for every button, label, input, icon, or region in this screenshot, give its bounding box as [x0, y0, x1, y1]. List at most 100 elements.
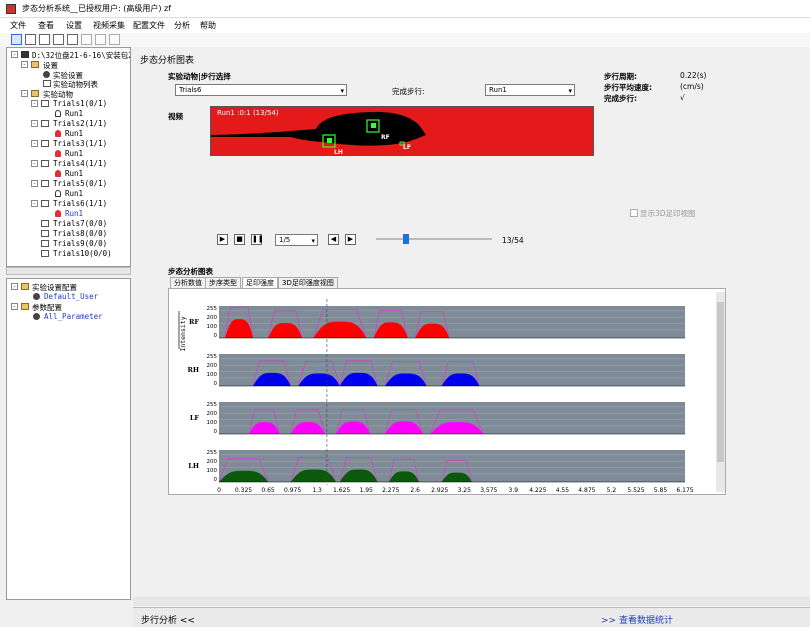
- expand-icon[interactable]: -: [31, 120, 38, 127]
- menu-help[interactable]: 帮助: [200, 20, 216, 31]
- menu-view[interactable]: 查看: [38, 20, 54, 31]
- y-tick-label: 100: [207, 372, 218, 378]
- expand-icon[interactable]: -: [11, 303, 18, 310]
- y-tick-label: 0: [214, 333, 218, 339]
- frame-slider-track[interactable]: [376, 238, 492, 240]
- tree-run[interactable]: Run1: [65, 209, 83, 218]
- mouse-icon: [55, 110, 61, 117]
- grid-icon[interactable]: [67, 34, 78, 45]
- tree-trial[interactable]: Trials2(1/1): [53, 119, 107, 128]
- y-tick-label: 200: [207, 315, 218, 321]
- paw-label-lf: LF: [403, 144, 411, 151]
- tree-trial-empty[interactable]: Trials7(0/0): [53, 219, 107, 228]
- tree-trial[interactable]: Trials5(0/1): [53, 179, 107, 188]
- pause-icon[interactable]: ❚❚: [251, 234, 264, 245]
- tree-run[interactable]: Run1: [65, 129, 83, 138]
- video-frame[interactable]: Run1 :0:1 (13/54) RF LH LF: [210, 106, 594, 156]
- trial-icon: [41, 240, 49, 247]
- trial-icon: [41, 230, 49, 237]
- expand-icon[interactable]: -: [31, 160, 38, 167]
- x-tick-label: 3.9: [509, 487, 519, 494]
- stat-value-finished: √: [680, 93, 685, 102]
- y-tick-label: 200: [207, 459, 218, 465]
- expand-icon[interactable]: -: [31, 100, 38, 107]
- mouse-icon: [55, 170, 61, 177]
- animal-select-value: Trials6: [179, 86, 202, 94]
- play-icon[interactable]: ▶: [217, 234, 228, 245]
- chart-section-title: 步态分析图表: [168, 267, 213, 276]
- stop-icon[interactable]: ■: [234, 234, 245, 245]
- tab-analysis-values[interactable]: 分析数值: [170, 277, 206, 288]
- x-tick-label: 5.525: [627, 487, 644, 494]
- scroll-thumb[interactable]: [717, 302, 724, 462]
- expand-icon[interactable]: -: [11, 283, 18, 290]
- view-statistics-link[interactable]: >> 查看数据统计: [601, 613, 673, 626]
- expand-icon[interactable]: -: [31, 200, 38, 207]
- walk-analysis-link[interactable]: 步行分析 <<: [141, 613, 195, 626]
- tab-step-type[interactable]: 步序类型: [205, 277, 241, 288]
- expand-icon[interactable]: -: [21, 61, 28, 68]
- paw-label-rf: RF: [381, 134, 390, 141]
- tree-trial-empty[interactable]: Trials9(0/0): [53, 239, 107, 248]
- series-label: RF: [189, 318, 199, 326]
- stat-label-finished: 完成步行:: [604, 94, 637, 103]
- tree-run[interactable]: Run1: [65, 149, 83, 158]
- tree-trial[interactable]: Trials1(0/1): [53, 99, 107, 108]
- save-icon[interactable]: [39, 34, 50, 45]
- prev-frame-icon[interactable]: ◀: [328, 234, 339, 245]
- tree-run[interactable]: Run1: [65, 109, 83, 118]
- tab-footprint-intensity[interactable]: 足印强度: [242, 277, 278, 288]
- intensity-chart: Intensity 255 200 100 0 RF 255 200 100 0 RH 255 200 1…: [168, 288, 726, 495]
- menu-video-capture[interactable]: 视频采集: [93, 20, 125, 31]
- tree-trial[interactable]: Trials6(1/1): [53, 199, 107, 208]
- menu-analysis[interactable]: 分析: [174, 20, 190, 31]
- tree-run[interactable]: Run1: [65, 169, 83, 178]
- folder-icon: [21, 303, 29, 310]
- x-tick-label: 4.55: [556, 487, 570, 494]
- open-folder-icon[interactable]: [25, 34, 36, 45]
- tree-default-user[interactable]: Default_User: [44, 292, 98, 301]
- main-horizontal-scrollbar[interactable]: [133, 597, 810, 606]
- gear-icon: [33, 293, 40, 300]
- new-file-icon[interactable]: [11, 34, 22, 45]
- tree-trial[interactable]: Trials4(1/1): [53, 159, 107, 168]
- y-tick-label: 255: [207, 306, 218, 312]
- x-tick-label: 2.6: [410, 487, 420, 494]
- tab-3d-footprint[interactable]: 3D足印强度视图: [278, 277, 338, 288]
- next-frame-icon[interactable]: ▶: [345, 234, 356, 245]
- menu-file[interactable]: 文件: [10, 20, 26, 31]
- tree-trial-empty[interactable]: Trials10(0/0): [53, 249, 112, 258]
- tree-all-parameter[interactable]: All_Parameter: [44, 312, 103, 321]
- tree-trial-empty[interactable]: Trials8(0/0): [53, 229, 107, 238]
- trial-icon: [41, 100, 49, 107]
- menu-settings[interactable]: 设置: [66, 20, 82, 31]
- tools-icon[interactable]: [53, 34, 64, 45]
- speed-select[interactable]: 1/5 ▾: [275, 234, 318, 246]
- x-tick-label: 2.275: [382, 487, 399, 494]
- menu-config-file[interactable]: 配置文件: [133, 20, 165, 31]
- x-tick-label: 3.25: [458, 487, 472, 494]
- trial-icon: [41, 220, 49, 227]
- chart-icon[interactable]: [109, 34, 120, 45]
- animal-select[interactable]: Trials6 ▾: [175, 84, 347, 96]
- chevron-down-icon: ▾: [340, 87, 344, 95]
- run-select[interactable]: Run1 ▾: [485, 84, 575, 96]
- image-icon[interactable]: [95, 34, 106, 45]
- tree-trial[interactable]: Trials3(1/1): [53, 139, 107, 148]
- chart-vertical-scrollbar[interactable]: [716, 292, 725, 492]
- expand-icon[interactable]: -: [21, 90, 28, 97]
- menu-bar: 文件 查看 设置 视频采集 配置文件 分析 帮助: [0, 18, 810, 33]
- frame-slider-thumb[interactable]: [402, 234, 409, 244]
- camera-icon[interactable]: [81, 34, 92, 45]
- mouse-icon: [55, 150, 61, 157]
- tree-horizontal-scrollbar[interactable]: [6, 267, 131, 275]
- y-tick-label: 255: [207, 402, 218, 408]
- status-bar: 步行分析 << >> 查看数据统计: [133, 607, 810, 627]
- expand-icon[interactable]: -: [31, 180, 38, 187]
- show-3d-checkbox[interactable]: [630, 209, 638, 217]
- stat-label-cycle: 步行周期:: [604, 72, 637, 81]
- frame-counter: 13/54: [502, 236, 524, 245]
- expand-icon[interactable]: -: [31, 140, 38, 147]
- expand-icon[interactable]: -: [11, 51, 18, 58]
- tree-run[interactable]: Run1: [65, 189, 83, 198]
